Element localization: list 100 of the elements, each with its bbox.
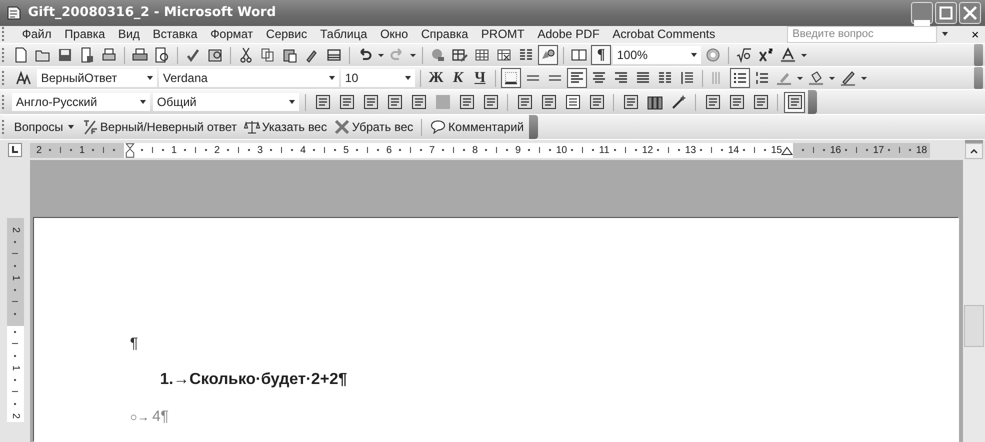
- form-icon: [516, 94, 532, 110]
- toolbar-button[interactable]: [730, 68, 750, 88]
- menu-item[interactable]: Окно: [380, 27, 408, 42]
- question-text: 1.→Сколько·будет·2+2¶: [159, 370, 348, 390]
- form-icon: [458, 94, 474, 110]
- maximize-icon: [938, 4, 954, 21]
- scissors-icon: [238, 47, 254, 63]
- toolbar-button[interactable]: [538, 45, 558, 65]
- ruler-number: 5: [342, 144, 350, 156]
- superscript-icon: [758, 47, 774, 63]
- caret-icon: [328, 74, 336, 82]
- close-icon: [962, 4, 978, 21]
- ruler-number: 2: [213, 144, 221, 156]
- menu-item[interactable]: Правка: [64, 27, 106, 42]
- language-dropdown[interactable]: Англо-Русский: [12, 93, 150, 111]
- ruler-number: 15: [771, 144, 781, 156]
- ruler-number: 2: [35, 144, 43, 156]
- toolbar-button[interactable]: Вопросы: [12, 120, 78, 134]
- ruler-number: 3: [256, 144, 264, 156]
- toolbar-button[interactable]: Указать вес: [242, 119, 329, 135]
- close-button[interactable]: [959, 2, 981, 24]
- ruler-number: 2: [9, 227, 21, 233]
- book-icon: [207, 47, 223, 63]
- caret-icon[interactable]: [941, 30, 950, 38]
- toolbar-button[interactable]: [784, 92, 805, 112]
- line-spacing-icon: [679, 70, 695, 86]
- answer-text: 4¶: [152, 408, 169, 425]
- toolbar-button[interactable]: Убрать вес: [332, 119, 416, 135]
- toolbar-options-button[interactable]: [528, 115, 538, 139]
- square-root-icon: [736, 47, 752, 63]
- chevron-up-icon: [969, 146, 979, 156]
- form-icon: [410, 94, 426, 110]
- menu-item[interactable]: PROMT: [481, 27, 524, 42]
- font-color-icon: [780, 47, 796, 63]
- caret-icon: [67, 123, 76, 131]
- form-icon: [786, 94, 802, 110]
- table-icon: [474, 47, 490, 63]
- vertical-scrollbar[interactable]: [963, 160, 985, 442]
- ruler-number: 9: [514, 144, 522, 156]
- zoom-dropdown[interactable]: 100%: [613, 46, 701, 64]
- styles-icon: [15, 70, 31, 86]
- printer-icon: [132, 47, 148, 63]
- ruler-number: 11: [599, 144, 609, 156]
- ruler-number: 6: [385, 144, 393, 156]
- answer-marker: ○→: [130, 410, 150, 424]
- menu-item[interactable]: Вид: [118, 27, 140, 42]
- caret-icon: [146, 74, 154, 82]
- toolbar-button[interactable]: Верный/Неверный ответ: [80, 119, 239, 135]
- document-icon: [13, 47, 29, 63]
- font-size-dropdown[interactable]: 10: [341, 69, 415, 87]
- menu-item[interactable]: Файл: [22, 27, 52, 42]
- caret-icon: [139, 98, 147, 106]
- font-dropdown[interactable]: Verdana: [159, 69, 339, 87]
- menu-item[interactable]: Вставка: [152, 27, 198, 42]
- ruler-number: 1: [78, 144, 86, 156]
- menu-item[interactable]: Таблица: [320, 27, 368, 42]
- menu-item[interactable]: Acrobat Comments: [612, 27, 716, 42]
- tab-selector-button[interactable]: [8, 143, 22, 157]
- highlighter-icon: [776, 70, 792, 86]
- printer-icon: [101, 47, 117, 63]
- numbering-icon: [754, 70, 770, 86]
- form-icon: [540, 94, 556, 110]
- minimize-button[interactable]: [911, 2, 933, 24]
- toolbar-button[interactable]: Комментарий: [428, 119, 526, 135]
- bullets-icon: [732, 70, 748, 86]
- reading-icon: [571, 47, 587, 63]
- menu-item[interactable]: Сервис: [266, 27, 308, 42]
- style-dropdown[interactable]: ВерныйОтвет: [37, 69, 157, 87]
- toolbar-button[interactable]: [501, 68, 521, 88]
- form-icon: [362, 94, 378, 110]
- close-document-button[interactable]: ×: [965, 26, 985, 42]
- show-formatting-button[interactable]: ¶: [591, 45, 611, 65]
- ruler-number: 14: [728, 144, 738, 156]
- paint-bucket-icon: [808, 70, 824, 86]
- speech-bubble-icon: [430, 119, 446, 135]
- caret-icon: [288, 98, 296, 106]
- underline-button[interactable]: Ч: [470, 68, 490, 88]
- toolbar-button[interactable]: [778, 45, 798, 65]
- document-icon: [79, 47, 95, 63]
- toolbar-button[interactable]: [567, 68, 587, 88]
- maximize-button[interactable]: [935, 2, 957, 24]
- globe-icon: [430, 47, 446, 63]
- menu-item[interactable]: Справка: [421, 27, 468, 42]
- scroll-thumb[interactable]: [964, 305, 984, 347]
- bold-button[interactable]: Ж: [426, 68, 446, 88]
- ruler-number: 1: [170, 144, 178, 156]
- menu-item[interactable]: Adobe PDF: [538, 27, 600, 42]
- topic-dropdown[interactable]: Общий: [153, 93, 299, 111]
- ruler-number: 7: [428, 144, 436, 156]
- ruler-number: 16: [830, 144, 840, 156]
- blank-square-icon: [434, 94, 450, 110]
- menu-item[interactable]: Формат: [210, 27, 254, 42]
- italic-button[interactable]: К: [448, 68, 468, 88]
- help-search-field[interactable]: Введите вопрос: [787, 26, 938, 43]
- indent-marker-icon[interactable]: [124, 142, 136, 158]
- scroll-up-button[interactable]: [965, 143, 983, 159]
- ruler-number: 17: [873, 144, 883, 156]
- ruler-number: 18: [916, 144, 926, 156]
- spreadsheet-icon: [496, 47, 512, 63]
- form-icon: [338, 94, 354, 110]
